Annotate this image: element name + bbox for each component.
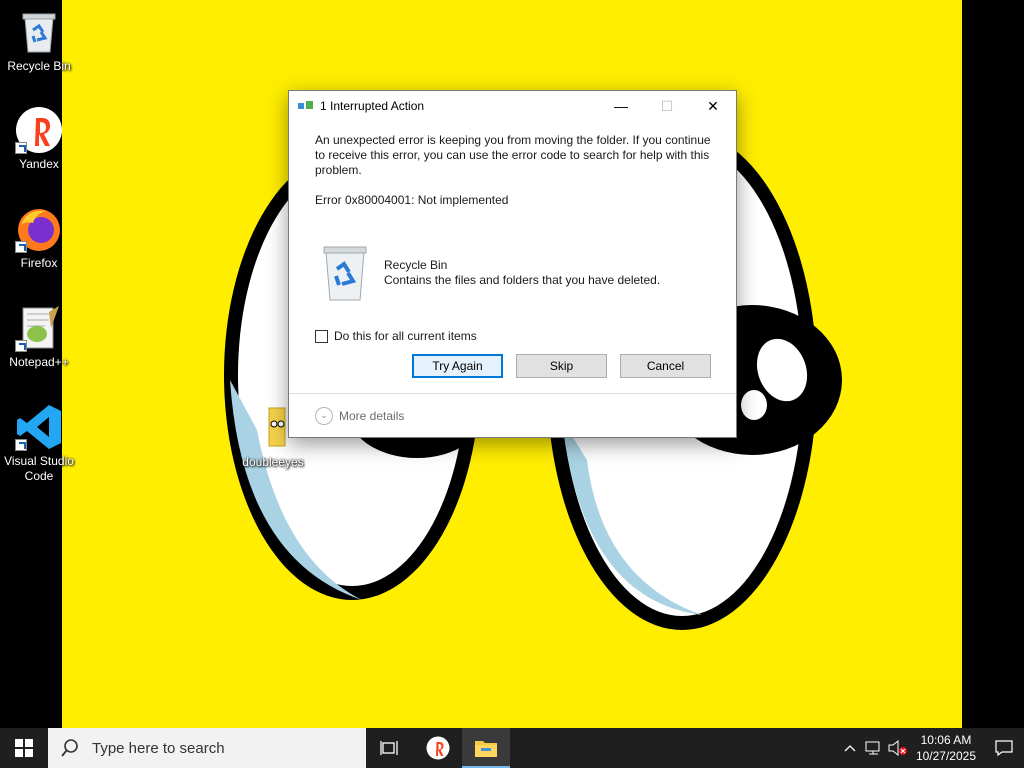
close-button[interactable]: ✕: [690, 91, 736, 121]
vscode-icon: [15, 403, 63, 451]
desktop-icon-firefox[interactable]: Firefox: [2, 205, 76, 271]
task-view-icon: [380, 741, 398, 755]
show-hidden-icons-button[interactable]: [838, 728, 862, 768]
taskbar-yandex-button[interactable]: [414, 728, 462, 768]
network-icon: [865, 741, 880, 755]
apply-to-all-row[interactable]: Do this for all current items: [315, 329, 710, 344]
volume-button[interactable]: [886, 728, 910, 768]
desktop-icon-yandex[interactable]: Yandex: [2, 106, 76, 172]
desktop-icon-label: Firefox: [20, 256, 58, 270]
desktop-icon-label: Yandex: [19, 157, 59, 171]
desktop-icon-vscode[interactable]: Visual Studio Code: [2, 403, 76, 484]
item-description: Contains the files and folders that you …: [384, 273, 661, 287]
start-button[interactable]: [0, 728, 48, 768]
recycle-bin-icon: [15, 8, 63, 56]
minimize-icon: —: [614, 98, 628, 114]
error-message: An unexpected error is keeping you from …: [315, 133, 711, 177]
task-view-button[interactable]: [366, 728, 414, 768]
taskbar: Type here to search 10:06 AM 10/27/2025: [0, 728, 1024, 768]
windows-logo-icon: [15, 739, 33, 757]
search-icon: [60, 738, 80, 758]
taskbar-search-box[interactable]: Type here to search: [48, 728, 366, 768]
skip-button[interactable]: Skip: [516, 354, 607, 378]
more-details-toggle[interactable]: ⌄ More details: [289, 393, 736, 437]
notepad-plus-plus-icon: [15, 304, 63, 352]
clock-time: 10:06 AM: [920, 733, 972, 747]
yandex-icon: [15, 106, 63, 154]
clock-date: 10/27/2025: [915, 749, 976, 763]
item-info: Recycle Bin Contains the files and folde…: [315, 244, 710, 302]
taskbar-file-explorer-button[interactable]: [462, 728, 510, 768]
file-explorer-icon: [475, 741, 497, 757]
maximize-button: ☐: [644, 91, 690, 121]
shortcut-arrow-icon: [15, 142, 27, 154]
taskbar-clock[interactable]: 10:06 AM 10/27/2025: [916, 732, 976, 764]
chevron-down-icon: ⌄: [315, 406, 333, 425]
shortcut-arrow-icon: [15, 340, 27, 352]
apply-to-all-label[interactable]: Do this for all current items: [334, 329, 477, 344]
shortcut-arrow-icon: [15, 241, 27, 253]
try-again-button[interactable]: Try Again: [412, 354, 503, 378]
desktop-icon-label: Notepad++: [9, 355, 69, 369]
file-operation-icon: [298, 100, 314, 112]
desktop-icon-notepadpp[interactable]: Notepad++: [2, 304, 76, 370]
cancel-button[interactable]: Cancel: [620, 354, 711, 378]
dialog-titlebar[interactable]: 1 Interrupted Action — ☐ ✕: [289, 91, 736, 121]
maximize-icon: ☐: [660, 97, 674, 114]
minimize-button[interactable]: —: [598, 91, 644, 121]
desktop-icon-label: doubleeyes: [242, 455, 304, 469]
more-details-label: More details: [339, 408, 405, 423]
network-button[interactable]: [862, 728, 886, 768]
notification-icon: [995, 740, 1013, 756]
recycle-bin-icon: [320, 244, 370, 302]
error-code: Error 0x80004001: Not implemented: [315, 193, 509, 207]
system-tray: 10:06 AM 10/27/2025: [838, 728, 1024, 768]
search-placeholder: Type here to search: [92, 739, 225, 757]
desktop-icon-label: Recycle Bin: [7, 59, 71, 73]
interrupted-action-dialog: 1 Interrupted Action — ☐ ✕ An unexpected…: [288, 90, 737, 438]
chevron-up-icon: [844, 745, 856, 752]
firefox-icon: [15, 205, 63, 253]
action-center-button[interactable]: [984, 728, 1024, 768]
yandex-icon: [426, 736, 450, 760]
close-icon: ✕: [707, 97, 719, 114]
apply-to-all-checkbox[interactable]: [315, 330, 328, 343]
volume-muted-icon: [888, 740, 907, 756]
desktop-icon-label: Visual Studio Code: [4, 454, 74, 483]
item-name: Recycle Bin: [384, 258, 448, 272]
dialog-title: 1 Interrupted Action: [320, 99, 425, 113]
desktop-icon-recycle-bin[interactable]: Recycle Bin: [2, 8, 76, 74]
shortcut-arrow-icon: [15, 439, 27, 451]
desktop: Recycle Bin Yandex Firefox Notepad++ Vis…: [0, 0, 1024, 728]
